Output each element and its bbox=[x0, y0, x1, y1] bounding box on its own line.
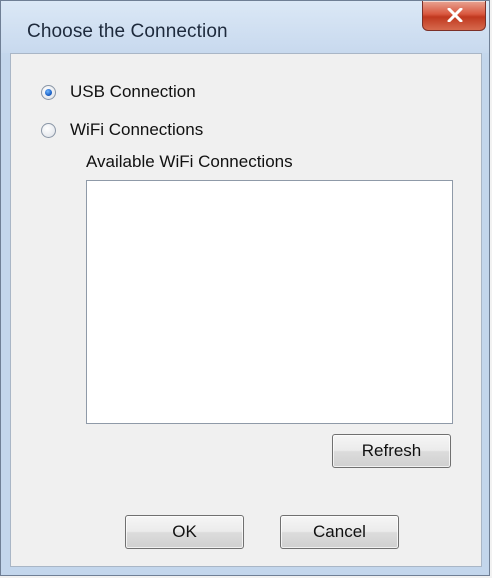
close-icon bbox=[447, 8, 463, 22]
dialog-client-area: USB Connection WiFi Connections Availabl… bbox=[10, 53, 482, 567]
refresh-button[interactable]: Refresh bbox=[332, 434, 451, 468]
wifi-connection-label: WiFi Connections bbox=[70, 120, 204, 139]
usb-radio-button[interactable] bbox=[41, 84, 56, 100]
ok-button[interactable]: OK bbox=[125, 515, 244, 549]
title-bar[interactable]: Choose the Connection bbox=[1, 1, 489, 53]
wifi-connections-list[interactable] bbox=[86, 180, 453, 424]
wifi-connection-option[interactable]: WiFi Connections bbox=[41, 120, 203, 140]
close-button[interactable] bbox=[422, 1, 486, 31]
dialog-window: Choose the Connection USB Connection WiF… bbox=[0, 0, 490, 576]
usb-connection-label: USB Connection bbox=[70, 82, 196, 101]
available-wifi-label: Available WiFi Connections bbox=[86, 152, 293, 171]
usb-connection-option[interactable]: USB Connection bbox=[41, 82, 196, 102]
window-title: Choose the Connection bbox=[27, 21, 228, 42]
cancel-button[interactable]: Cancel bbox=[280, 515, 399, 549]
wifi-radio-button[interactable] bbox=[41, 122, 56, 138]
